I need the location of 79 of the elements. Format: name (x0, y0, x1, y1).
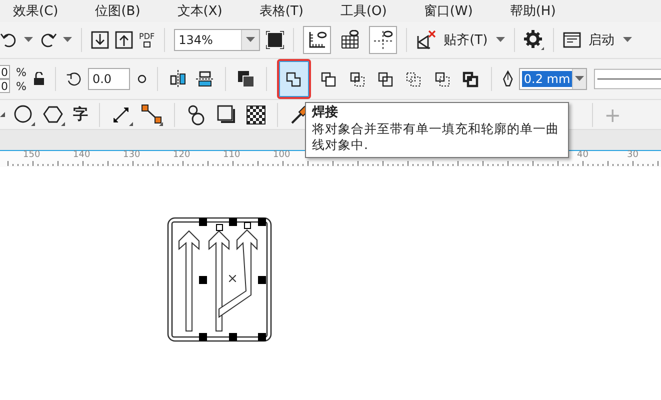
ruler-label: 130 (123, 150, 140, 160)
ruler-label: 40 (577, 150, 588, 160)
caret-icon[interactable] (63, 37, 72, 43)
combine-icon[interactable] (236, 69, 256, 89)
line-style-preview[interactable] (594, 67, 661, 91)
guidelines-icon[interactable] (372, 29, 394, 51)
selection-handle[interactable] (229, 218, 237, 226)
caret-icon[interactable] (24, 37, 33, 43)
selection-handle[interactable] (199, 333, 207, 341)
import-icon[interactable] (91, 31, 109, 49)
outline-width-field[interactable]: 0.2 mm (518, 68, 587, 90)
menu-item[interactable]: 表格(T) (254, 2, 308, 20)
menu-item[interactable]: 位图(B) (90, 2, 146, 20)
tooltip-title: 焊接 (312, 105, 339, 121)
settings-icon[interactable] (524, 30, 544, 50)
back-minus-front-icon (432, 70, 452, 88)
scale-field[interactable]: 0 (0, 79, 10, 93)
trim-icon (319, 70, 338, 88)
tooltip-text: 将对象合并至带有单一填充和轮廓的单一曲线对象中. (312, 121, 560, 153)
unit-label: % (16, 66, 26, 78)
rotation-field[interactable]: 0.0 (88, 68, 130, 90)
degree-icon (137, 74, 148, 84)
rotate-icon (66, 70, 82, 88)
mirror-horizontal-icon[interactable] (168, 69, 188, 89)
document-icon (142, 40, 151, 48)
ruler-label: 110 (223, 150, 240, 160)
sign-drawing[interactable] (167, 217, 272, 342)
intersect-icon (348, 70, 367, 88)
selection-handle[interactable] (199, 276, 207, 284)
node-marker[interactable] (244, 222, 251, 229)
publish-pdf-button[interactable]: PDF (139, 32, 155, 48)
menu-item[interactable]: 帮助(H) (504, 2, 561, 20)
caret-icon (574, 76, 584, 82)
caret-icon (0, 112, 5, 117)
menu-item[interactable]: 工具(O) (335, 2, 392, 20)
simplify-icon (376, 70, 395, 88)
scale-field[interactable]: 0 (0, 65, 10, 79)
caret-icon[interactable] (622, 37, 632, 43)
lock-icon[interactable] (33, 72, 46, 86)
zoom-level-field[interactable]: 134% (174, 29, 260, 51)
window-icon[interactable] (562, 31, 581, 49)
ruler-label: 100 (273, 150, 290, 160)
weld-button[interactable] (276, 59, 312, 99)
toolbar-menu-button[interactable]: 贴齐(T) (442, 31, 490, 49)
front-minus-back-icon (404, 70, 424, 88)
ellipse-tool-icon[interactable] (13, 104, 35, 126)
center-mark (229, 275, 236, 282)
grid-icon[interactable] (340, 30, 360, 50)
toolbar-menu-button[interactable]: 启动 (586, 31, 617, 49)
ruler-label: 140 (73, 150, 90, 160)
selection-handle[interactable] (229, 333, 237, 341)
caret-icon[interactable] (496, 37, 505, 43)
selection-handle[interactable] (258, 333, 266, 341)
export-icon[interactable] (115, 31, 133, 49)
text-tool-button[interactable]: 字 (73, 105, 88, 124)
full-screen-icon[interactable] (266, 31, 284, 49)
unit-label: % (16, 80, 26, 92)
boundary-icon (461, 70, 480, 88)
selection-handle[interactable] (199, 218, 207, 226)
ruler-label: 150 (23, 150, 40, 160)
selection-handle[interactable] (258, 276, 266, 284)
node-marker[interactable] (216, 224, 223, 231)
polygon-tool-icon[interactable] (43, 104, 65, 126)
checkerboard-icon[interactable] (246, 104, 266, 124)
ruler-label: 120 (173, 150, 190, 160)
redo-icon[interactable] (39, 31, 57, 49)
connector-tool-icon[interactable] (141, 104, 163, 126)
menu-item[interactable]: 文本(X) (172, 2, 228, 20)
menu-item[interactable]: 效果(C) (8, 2, 64, 20)
drop-shadow-icon[interactable] (216, 104, 238, 126)
snap-off-icon[interactable] (416, 30, 436, 50)
menu-item[interactable]: 窗口(W) (418, 2, 478, 20)
weld-icon (284, 70, 304, 88)
caret-icon (246, 37, 255, 43)
undo-icon[interactable] (0, 31, 18, 49)
ruler-label: 30 (627, 150, 638, 160)
pen-nib-icon (502, 69, 514, 89)
mirror-vertical-icon[interactable] (195, 69, 215, 89)
selection-handle[interactable] (258, 218, 266, 226)
